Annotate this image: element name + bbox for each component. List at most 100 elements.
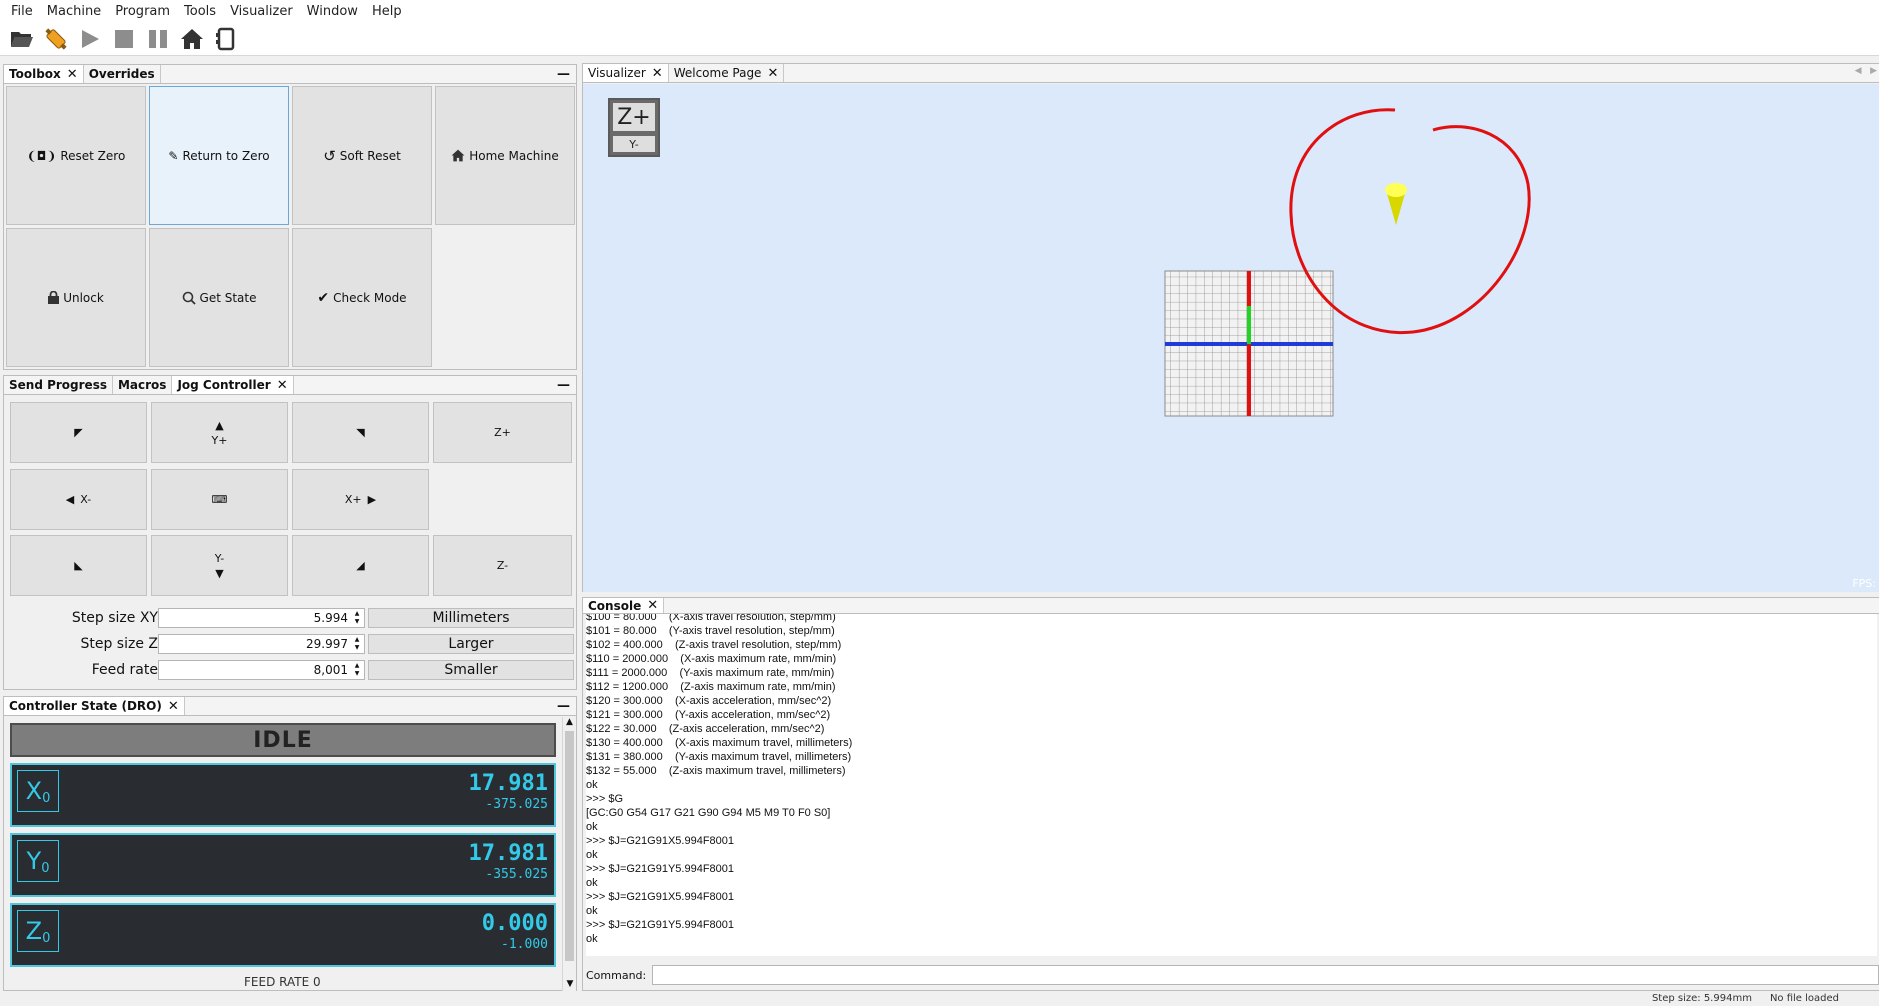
unlock-button[interactable]: Unlock <box>6 228 146 367</box>
arrow-up-right-icon: ◥ <box>356 426 365 439</box>
arrow-up-left-icon: ◤ <box>74 426 83 439</box>
minimize-button[interactable]: — <box>557 67 570 82</box>
jog-z-plus-button[interactable]: Z+ <box>433 402 572 463</box>
dro-scrollbar[interactable]: ▲ ▼ <box>562 717 576 991</box>
axis-y-label: Y0 <box>17 840 59 882</box>
jog-x-minus-y-minus-button[interactable]: ◣ <box>10 535 147 596</box>
minimize-button[interactable]: — <box>557 378 570 393</box>
command-input[interactable] <box>652 965 1879 985</box>
axis-x-work-value[interactable]: 17.981 <box>469 771 548 796</box>
close-icon[interactable]: ✕ <box>647 599 658 612</box>
step-size-z-input[interactable]: 29.997 ▲ ▼ <box>158 634 365 654</box>
tab-jog-controller[interactable]: Jog Controller ✕ <box>172 376 294 394</box>
console-line: >>> $J=G21G91Y5.994F8001 <box>586 863 735 875</box>
jog-tabbar: Send Progress Macros Jog Controller ✕ <box>4 376 576 395</box>
console-output[interactable]: $100 = 80.000 (X-axis travel resolution,… <box>586 614 1877 956</box>
jog-x-plus-button[interactable]: X+ ▶ <box>292 469 429 530</box>
tab-toolbox[interactable]: Toolbox ✕ <box>4 65 84 83</box>
console-line: ok <box>586 821 598 833</box>
home-icon <box>181 28 203 49</box>
console-line: $111 = 2000.000 (Y-axis maximum rate, mm… <box>586 667 835 679</box>
spin-arrows[interactable]: ▲ ▼ <box>351 662 363 678</box>
dro-tabbar: Controller State (DRO) ✕ <box>4 697 576 716</box>
arrow-down-left-icon: ◣ <box>74 559 83 572</box>
stop-button[interactable] <box>110 25 138 53</box>
play-button[interactable] <box>76 25 104 53</box>
close-icon[interactable]: ✕ <box>67 68 78 81</box>
return-to-zero-button[interactable]: ✎ Return to Zero <box>149 86 289 225</box>
check-icon: ✔ <box>317 289 330 306</box>
visualizer-canvas[interactable]: Z+ Y- FPS: <box>583 84 1879 592</box>
tab-overrides[interactable]: Overrides <box>84 65 161 83</box>
step-size-xy-input[interactable]: 5.994 ▲ ▼ <box>158 608 365 628</box>
console-line: $130 = 400.000 (X-axis maximum travel, m… <box>586 737 853 749</box>
close-icon[interactable]: ✕ <box>168 700 179 713</box>
close-icon[interactable]: ✕ <box>652 67 663 80</box>
tab-console[interactable]: Console ✕ <box>583 598 665 613</box>
console-line: >>> $J=G21G91X5.994F8001 <box>586 891 735 903</box>
axis-x-label: X0 <box>17 770 59 812</box>
jog-x-plus-y-minus-button[interactable]: ◢ <box>292 535 429 596</box>
tab-visualizer[interactable]: Visualizer ✕ <box>583 64 669 82</box>
tab-controller-state[interactable]: Controller State (DRO) ✕ <box>4 697 185 715</box>
scroll-thumb[interactable] <box>565 731 574 961</box>
menu-program[interactable]: Program <box>108 4 177 19</box>
scroll-down-icon[interactable]: ▼ <box>563 979 577 989</box>
menu-file[interactable]: File <box>4 4 40 19</box>
tab-scroll-arrows[interactable]: ◀ ▶ <box>1855 66 1877 76</box>
get-state-button[interactable]: Get State <box>149 228 289 367</box>
tab-welcome-page[interactable]: Welcome Page ✕ <box>669 64 785 82</box>
console-line: [GC:G0 G54 G17 G21 G90 G94 M5 M9 T0 F0 S… <box>586 807 831 819</box>
console-line: $112 = 1200.000 (Z-axis maximum rate, mm… <box>586 681 836 693</box>
toolbox-panel: Toolbox ✕ Overrides — ❨◘❩ Reset Zero ✎ Retu… <box>3 64 577 370</box>
console-line: $101 = 80.000 (Y-axis travel resolution,… <box>586 625 835 637</box>
menu-visualizer[interactable]: Visualizer <box>223 4 300 19</box>
step-size-z-label: Step size Z <box>80 636 158 652</box>
close-icon[interactable]: ✕ <box>277 379 288 392</box>
keyboard-jog-button[interactable]: ⌨ <box>151 469 288 530</box>
menu-help[interactable]: Help <box>365 4 409 19</box>
open-file-button[interactable] <box>8 25 36 53</box>
jog-x-minus-button[interactable]: ◀ X- <box>10 469 147 530</box>
close-icon[interactable]: ✕ <box>767 67 778 80</box>
pause-button[interactable] <box>144 25 172 53</box>
minimize-button[interactable]: — <box>557 699 570 714</box>
menu-tools[interactable]: Tools <box>177 4 223 19</box>
device-button[interactable] <box>212 25 240 53</box>
console-line: $100 = 80.000 (X-axis travel resolution,… <box>586 614 836 623</box>
axis-y-readout: Y0 17.981 -355.025 <box>10 833 556 897</box>
scroll-up-icon[interactable]: ▲ <box>563 717 576 727</box>
feed-rate-input[interactable]: 8,001 ▲ ▼ <box>158 660 365 680</box>
axis-y-machine-value: -355.025 <box>485 867 548 882</box>
console-line: $132 = 55.000 (Z-axis maximum travel, mi… <box>586 765 846 777</box>
reset-zero-icon: ❨◘❩ <box>26 148 57 163</box>
home-machine-button[interactable]: Home Machine <box>435 86 575 225</box>
menu-window[interactable]: Window <box>300 4 365 19</box>
home-button[interactable] <box>178 25 206 53</box>
check-mode-button[interactable]: ✔ Check Mode <box>292 228 432 367</box>
spin-arrows[interactable]: ▲ ▼ <box>351 610 363 626</box>
menu-machine[interactable]: Machine <box>40 4 108 19</box>
machine-state-badge: IDLE <box>10 723 556 757</box>
jog-x-plus-y-plus-button[interactable]: ◥ <box>292 402 429 463</box>
spin-arrows[interactable]: ▲ ▼ <box>351 636 363 652</box>
soft-reset-button[interactable]: ↺ Soft Reset <box>292 86 432 225</box>
jog-y-plus-button[interactable]: ▲ Y+ <box>151 402 288 463</box>
smaller-button[interactable]: Smaller <box>368 660 574 680</box>
console-line: $110 = 2000.000 (X-axis maximum rate, mm… <box>586 653 837 665</box>
status-step-size: Step size: 5.994mm <box>1651 993 1752 1004</box>
axis-y-work-value[interactable]: 17.981 <box>469 841 548 866</box>
units-button[interactable]: Millimeters <box>368 608 574 628</box>
connect-button[interactable] <box>42 25 70 53</box>
larger-button[interactable]: Larger <box>368 634 574 654</box>
jog-y-minus-button[interactable]: Y- ▼ <box>151 535 288 596</box>
tab-macros[interactable]: Macros <box>113 376 173 394</box>
jog-z-minus-button[interactable]: Z- <box>433 535 572 596</box>
fps-label: FPS: <box>1852 577 1876 590</box>
reset-zero-button[interactable]: ❨◘❩ Reset Zero <box>6 86 146 225</box>
stop-icon <box>115 29 133 48</box>
annotation-circle <box>1289 108 1531 335</box>
axis-z-work-value[interactable]: 0.000 <box>482 911 548 936</box>
jog-x-minus-y-plus-button[interactable]: ◤ <box>10 402 147 463</box>
tab-send-progress[interactable]: Send Progress <box>4 376 113 394</box>
